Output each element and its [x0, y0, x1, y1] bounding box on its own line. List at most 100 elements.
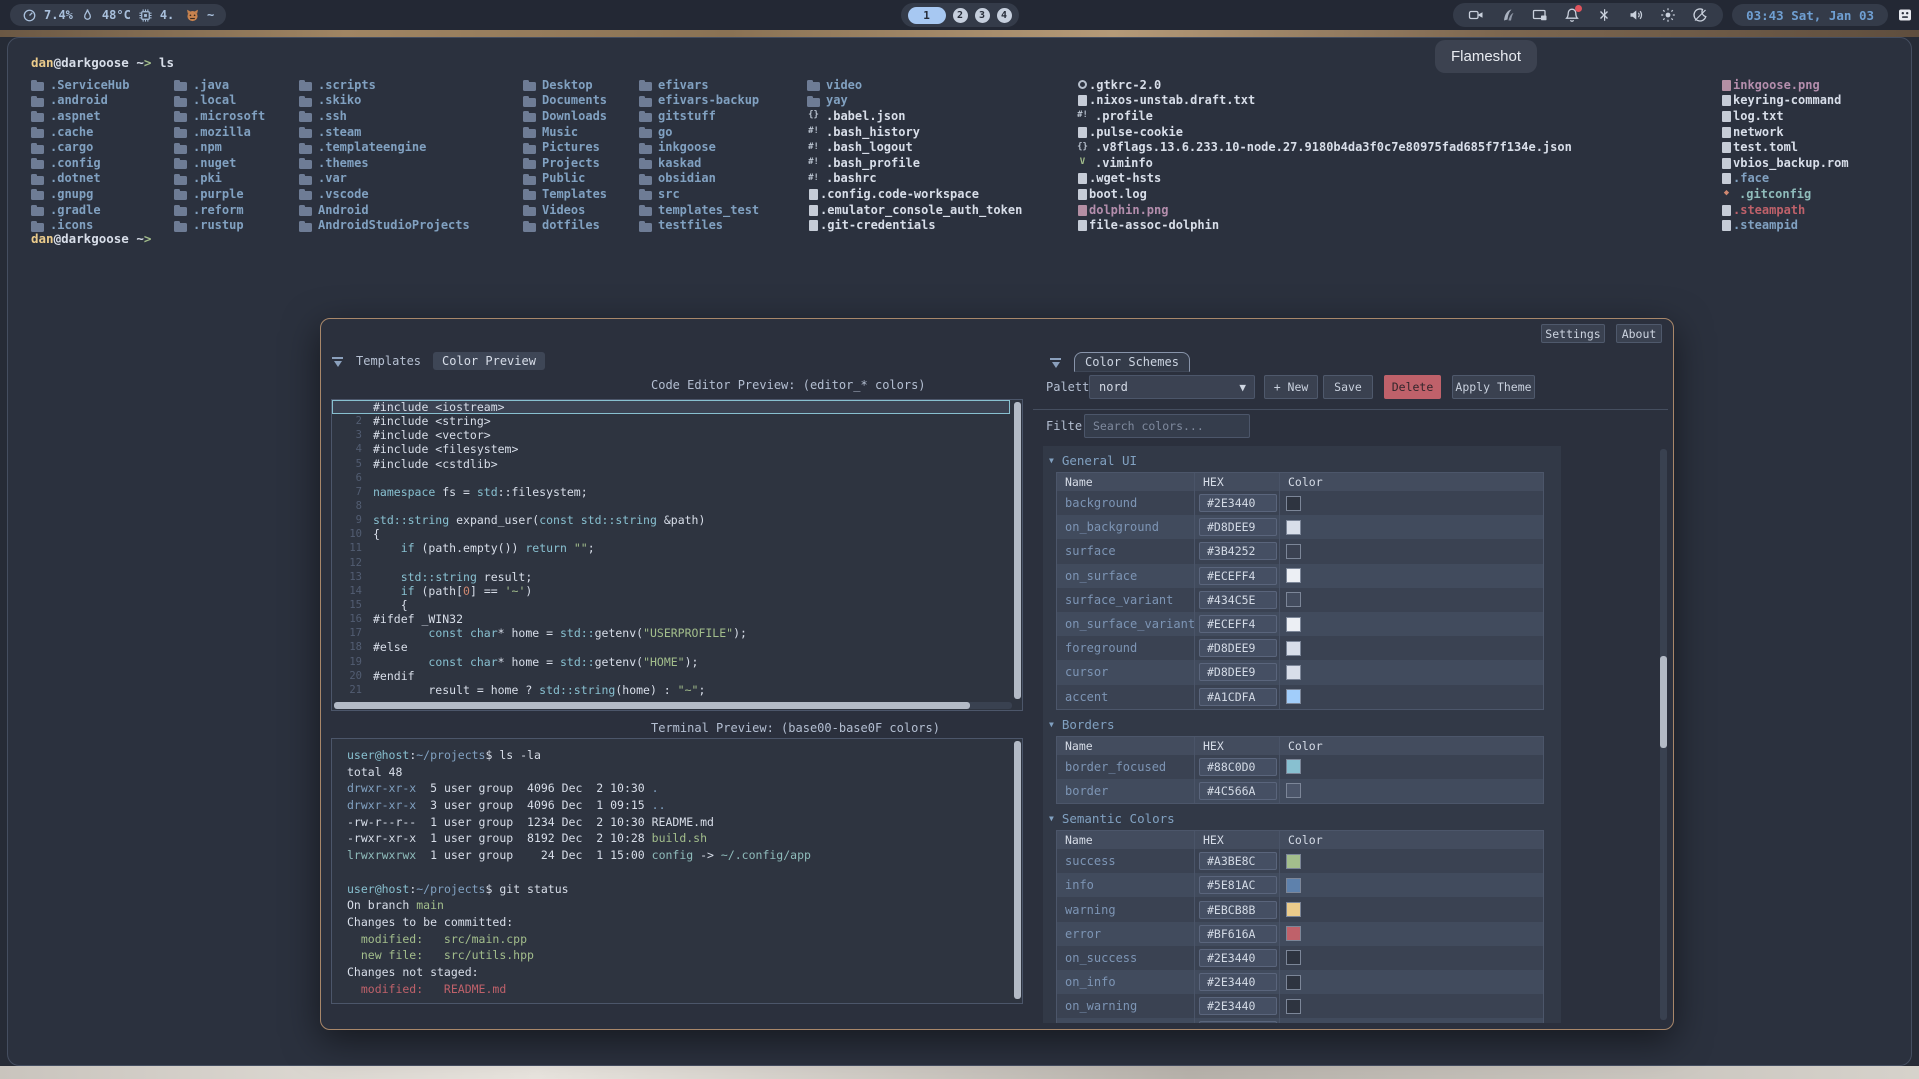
editor-hscroll-thumb[interactable] [334, 702, 970, 709]
code-editor-preview[interactable]: 1#include <iostream>2#include <string>3#… [331, 399, 1023, 711]
color-swatch[interactable] [1286, 950, 1301, 965]
tray-app-icon[interactable] [1897, 7, 1913, 23]
color-swatch[interactable] [1286, 520, 1301, 535]
terminal-line: drwxr-xr-x 5 user group 4096 Dec 2 10:30… [347, 781, 1022, 798]
editor-vscroll-thumb[interactable] [1014, 402, 1021, 699]
color-swatch[interactable] [1286, 689, 1301, 704]
folder-icon [299, 191, 312, 200]
color-swatch[interactable] [1286, 617, 1301, 632]
color-swatch[interactable] [1286, 975, 1301, 990]
code-line: 5#include <cstdlib> [332, 457, 1022, 471]
bluetooth-off-icon[interactable] [1596, 7, 1612, 23]
hex-input[interactable]: #2E3440 [1199, 494, 1277, 512]
workspace-4[interactable]: 4 [997, 8, 1012, 23]
launcher-pill[interactable]: ~ [173, 4, 226, 26]
section-header[interactable]: ▼Borders [1043, 710, 1561, 736]
code-line: 1#include <iostream> [332, 400, 1010, 414]
hex-input[interactable]: #2E3440 [1199, 1021, 1277, 1023]
about-button[interactable]: About [1616, 324, 1662, 343]
colors-scroll-thumb[interactable] [1660, 656, 1667, 748]
color-swatch[interactable] [1286, 496, 1301, 511]
status-bar: 7.4% 48°C 4.6G ~ 1 234 [0, 0, 1919, 30]
delete-button[interactable]: Delete [1384, 375, 1441, 399]
folder-icon [299, 98, 312, 107]
file-name: .var [318, 171, 347, 185]
color-swatch[interactable] [1286, 568, 1301, 583]
workspace-3[interactable]: 3 [975, 8, 990, 23]
hex-input[interactable]: #D8DEE9 [1199, 518, 1277, 536]
hex-input[interactable]: #D8DEE9 [1199, 639, 1277, 657]
color-swatch[interactable] [1286, 641, 1301, 656]
terminal-line: Changes not staged: [347, 965, 1022, 982]
hex-input[interactable]: #ECEFF4 [1199, 567, 1277, 585]
hex-input[interactable]: #3B4252 [1199, 542, 1277, 560]
terminal-vscroll-thumb[interactable] [1014, 741, 1021, 999]
hex-input[interactable]: #A3BE8C [1199, 852, 1277, 870]
color-sections-list[interactable]: ▼General UINameHEXColorbackground#2E3440… [1043, 446, 1561, 1023]
hex-input[interactable]: #434C5E [1199, 591, 1277, 609]
code-line: 14 if (path[0] == '~') [332, 584, 1022, 598]
save-button[interactable]: Save [1323, 375, 1373, 399]
ls-entry: Templates [523, 186, 607, 202]
night-light-icon[interactable] [1692, 7, 1708, 23]
line-number: 8 [332, 500, 373, 512]
folder-icon [639, 82, 652, 91]
code-line: 10{ [332, 527, 1022, 541]
flameshot-icon[interactable] [1500, 7, 1516, 23]
ls-entry: Music [523, 124, 607, 140]
hex-input[interactable]: #2E3440 [1199, 973, 1277, 991]
workspace-2[interactable]: 2 [953, 8, 968, 23]
new-palette-button[interactable]: + New [1264, 375, 1318, 399]
tab-templates[interactable]: Templates [356, 354, 421, 368]
hex-input[interactable]: #BF616A [1199, 925, 1277, 943]
color-swatch[interactable] [1286, 926, 1301, 941]
color-swatch[interactable] [1286, 759, 1301, 774]
notifications-button[interactable] [1564, 7, 1580, 23]
hex-input[interactable]: #2E3440 [1199, 949, 1277, 967]
settings-button[interactable]: Settings [1541, 324, 1605, 343]
section-header[interactable]: ▼Semantic Colors [1043, 804, 1561, 830]
clock[interactable]: 03:43 Sat, Jan 03 [1732, 4, 1888, 26]
line-number: 13 [332, 571, 373, 583]
folder-icon [174, 98, 187, 107]
workspace-1[interactable]: 1 [908, 7, 946, 24]
hex-input[interactable]: #5E81AC [1199, 876, 1277, 894]
tab-color-schemes[interactable]: Color Schemes [1074, 352, 1190, 372]
terminal-preview-label: Terminal Preview: (base00-base0F colors) [651, 721, 940, 735]
file-icon: #! [807, 156, 820, 169]
hex-input[interactable]: #D8DEE9 [1199, 663, 1277, 681]
brightness-icon[interactable] [1660, 7, 1676, 23]
color-swatch[interactable] [1286, 878, 1301, 893]
screenshot-lock-icon[interactable] [1532, 7, 1548, 23]
left-dropdown-icon[interactable] [331, 355, 344, 368]
right-dropdown-icon[interactable] [1049, 356, 1062, 369]
color-swatch[interactable] [1286, 999, 1301, 1014]
terminal-line: total 48 [347, 765, 1022, 782]
hex-input[interactable]: #ECEFF4 [1199, 615, 1277, 633]
volume-icon[interactable] [1628, 7, 1644, 23]
terminal-line: user@host:~/projects$ ls -la [347, 748, 1022, 765]
color-swatch[interactable] [1286, 902, 1301, 917]
ls-entry: test.toml [1720, 139, 1849, 155]
screen-record-icon[interactable] [1468, 7, 1484, 23]
apply-theme-button[interactable]: Apply Theme [1452, 375, 1535, 399]
tab-color-preview[interactable]: Color Preview [433, 352, 545, 370]
color-swatch[interactable] [1286, 544, 1301, 559]
color-swatch[interactable] [1286, 783, 1301, 798]
hex-input[interactable]: #A1CDFA [1199, 688, 1277, 706]
color-swatch[interactable] [1286, 665, 1301, 680]
code-line: 8 [332, 499, 1022, 513]
hex-input[interactable]: #88C0D0 [1199, 758, 1277, 776]
hex-input[interactable]: #4C566A [1199, 782, 1277, 800]
hex-input[interactable]: #EBCB8B [1199, 901, 1277, 919]
theme-editor-window[interactable]: Settings About Templates Color Preview C… [320, 318, 1674, 1030]
color-swatch[interactable] [1286, 592, 1301, 607]
terminal-preview[interactable]: user@host:~/projects$ ls -latotal 48drwx… [331, 738, 1023, 1004]
section-header[interactable]: ▼General UI [1043, 446, 1561, 472]
color-swatch[interactable] [1286, 854, 1301, 869]
palette-select[interactable]: nord ▼ [1089, 375, 1255, 399]
table-header-row: NameHEXColor [1057, 473, 1543, 491]
hex-input[interactable]: #2E3440 [1199, 997, 1277, 1015]
filter-input[interactable] [1084, 414, 1250, 438]
folder-icon [639, 176, 652, 185]
